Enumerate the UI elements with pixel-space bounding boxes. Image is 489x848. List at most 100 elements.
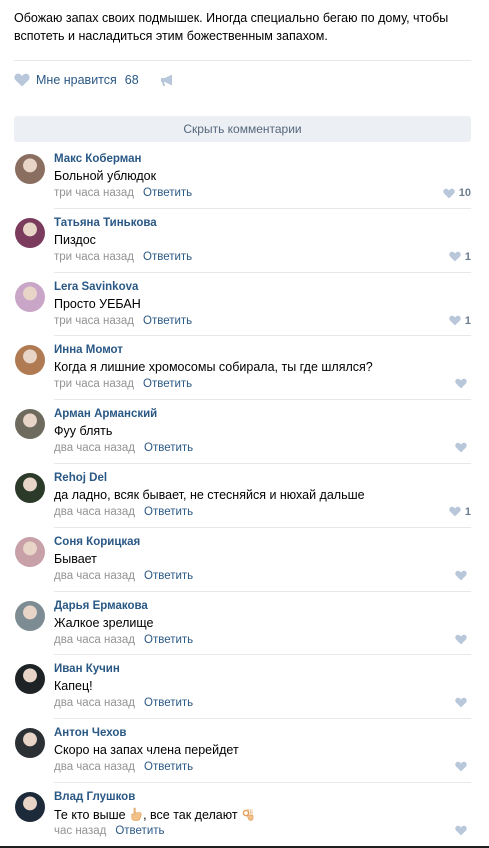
comment-time[interactable]: два часа назад — [54, 761, 135, 773]
avatar[interactable] — [15, 600, 45, 631]
comment-author[interactable]: Иван Кучин — [54, 663, 120, 675]
comment-meta: два часа назад Ответить — [54, 442, 193, 454]
reply-button[interactable]: Ответить — [144, 761, 193, 773]
avatar[interactable] — [15, 664, 45, 695]
comment-time[interactable]: два часа назад — [54, 697, 135, 709]
comment-like-count: 1 — [464, 505, 471, 518]
reply-button[interactable]: Ответить — [144, 697, 193, 709]
comment-time[interactable]: два часа назад — [54, 442, 135, 454]
pointing-up-emoji-icon — [126, 807, 143, 822]
comment-item: Влад Глушков Те кто выше , все так делают… — [14, 783, 471, 847]
reply-button[interactable]: Ответить — [143, 187, 192, 199]
heart-icon — [455, 442, 467, 453]
comment-time[interactable]: два часа назад — [54, 506, 135, 518]
comment-like-button[interactable]: 1 — [449, 315, 471, 327]
comment-author[interactable]: Макс Коберман — [54, 153, 141, 165]
heart-icon — [455, 825, 467, 836]
avatar[interactable] — [15, 345, 45, 376]
like-count[interactable]: 68 — [125, 73, 139, 87]
avatar[interactable] — [15, 154, 45, 184]
comment-time[interactable]: три часа назад — [54, 187, 134, 199]
comment-time[interactable]: два часа назад — [54, 570, 135, 582]
comment-text-part: , все так делают — [143, 807, 238, 822]
comment-meta: три часа назад Ответить — [54, 378, 192, 390]
comment-text: да ладно, всяк бывает, не стесняйся и ню… — [54, 488, 365, 502]
heart-icon — [449, 506, 461, 517]
comment-like-button[interactable] — [455, 634, 471, 645]
comment-like-button[interactable] — [455, 697, 471, 708]
comment-author[interactable]: Антон Чехов — [54, 727, 126, 739]
reply-button[interactable]: Ответить — [115, 825, 164, 837]
comment-item: Антон Чехов Скоро на запах члена перейдет… — [14, 719, 471, 783]
avatar[interactable] — [15, 217, 45, 248]
comment-time[interactable]: два часа назад — [54, 634, 135, 646]
comment-text-content: Капец! — [54, 679, 93, 694]
hide-comments-button[interactable]: Скрыть комментарии — [14, 116, 471, 142]
comment-text: Когда я лишние хромосомы собирала, ты гд… — [54, 360, 373, 374]
comment-time[interactable]: час назад — [54, 825, 106, 837]
comment-author[interactable]: Дарья Ермакова — [54, 600, 148, 612]
avatar[interactable] — [15, 281, 45, 312]
comments-list: Макс Коберман Больной ублюдок три часа наз… — [14, 145, 471, 847]
comment-meta: три часа назад Ответить — [54, 315, 192, 327]
comment-like-button[interactable] — [455, 570, 471, 581]
comment-time[interactable]: три часа назад — [54, 251, 134, 263]
heart-icon[interactable] — [14, 73, 30, 87]
comment-author[interactable]: Инна Момот — [54, 344, 123, 356]
comment-meta: два часа назад Ответить — [54, 506, 193, 518]
comment-author[interactable]: Арман Арманский — [54, 408, 157, 420]
avatar[interactable] — [15, 536, 45, 567]
reply-button[interactable]: Ответить — [143, 378, 192, 390]
comment-time[interactable]: три часа назад — [54, 378, 134, 390]
comment-meta: два часа назад Ответить — [54, 761, 193, 773]
comment-time[interactable]: три часа назад — [54, 315, 134, 327]
comment-item: Инна Момот Когда я лишние хромосомы собир… — [14, 336, 471, 401]
heart-icon — [455, 634, 467, 645]
reply-button[interactable]: Ответить — [144, 506, 193, 518]
comment-like-button[interactable]: 1 — [449, 506, 471, 518]
comment-like-button[interactable] — [455, 378, 471, 389]
comment-author[interactable]: Lera Savinkova — [54, 281, 138, 293]
comment-like-button[interactable] — [455, 825, 471, 836]
comment-like-button[interactable]: 1 — [449, 251, 471, 263]
heart-icon — [455, 697, 467, 708]
avatar[interactable] — [15, 791, 45, 822]
comment-text: Пиздос — [54, 233, 96, 247]
heart-icon — [443, 188, 455, 199]
comment-item: Макс Коберман Больной ублюдок три часа наз… — [14, 145, 471, 209]
comment-text: Те кто выше , все так делают — [54, 807, 255, 822]
comment-text-content: Скоро на запах члена перейдет — [54, 743, 239, 758]
comment-item: Арман Арманский Фуу блять два часа назад От… — [14, 400, 471, 464]
avatar[interactable] — [15, 728, 45, 759]
comment-author[interactable]: Rehoj Del — [54, 472, 107, 484]
like-button[interactable]: Мне нравится — [36, 73, 117, 87]
heart-icon — [449, 315, 461, 326]
comment-text-content: Больной ублюдок — [54, 169, 157, 183]
comment-author[interactable]: Татьяна Тинькова — [54, 217, 157, 229]
reply-button[interactable]: Ответить — [143, 315, 192, 327]
comment-author[interactable]: Соня Корицкая — [54, 536, 140, 548]
comment-text-content: Когда я лишние хромосомы собирала, ты гд… — [54, 360, 373, 375]
comment-text-content: Пиздос — [54, 232, 96, 247]
avatar[interactable] — [15, 472, 45, 503]
post-text: Обожаю запах своих подмышек. Иногда спец… — [14, 11, 449, 43]
comment-like-count: 1 — [464, 250, 471, 263]
megaphone-icon[interactable] — [159, 73, 175, 87]
comment-meta: три часа назад Ответить — [54, 187, 192, 199]
comment-like-button[interactable]: 10 — [443, 187, 471, 199]
comment-author[interactable]: Влад Глушков — [54, 791, 135, 803]
reply-button[interactable]: Ответить — [144, 442, 193, 454]
comment-text: Бывает — [54, 552, 97, 566]
reply-button[interactable]: Ответить — [143, 251, 192, 263]
comment-like-button[interactable] — [455, 761, 471, 772]
comment-like-button[interactable] — [455, 442, 471, 453]
comment-text-content: Бывает — [54, 551, 97, 566]
comment-item: Дарья Ермакова Жалкое зрелище два часа наз… — [14, 592, 471, 656]
comment-text-content: Жалкое зрелище — [54, 615, 154, 630]
post-like-bar: Мне нравится 68 — [14, 70, 175, 90]
reply-button[interactable]: Ответить — [144, 570, 193, 582]
reply-button[interactable]: Ответить — [144, 634, 193, 646]
comment-meta: два часа назад Ответить — [54, 634, 193, 646]
avatar[interactable] — [15, 409, 45, 440]
comment-text: Просто УЕБАН — [54, 297, 141, 311]
